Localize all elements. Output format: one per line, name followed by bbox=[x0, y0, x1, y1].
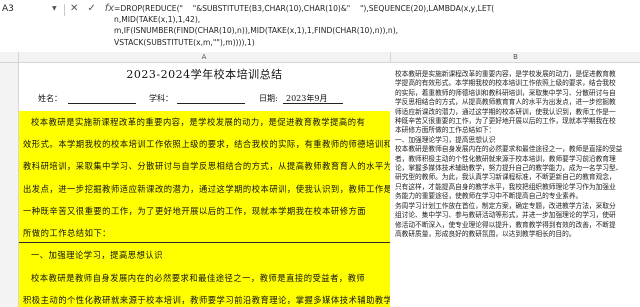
body-line: 积极主动的个性化教研就来源于校本培训，教师要学习前沿教育理论，掌握多媒体技术辅助… bbox=[23, 295, 390, 305]
highlighted-body-text: 校本教研是实施新课程改革的重要内容，是学校发展的动力，是促进教育教学提高的有 效… bbox=[19, 111, 390, 307]
source-line: 务能力的重要途径，使教师在学习中不断提高自己的专业素养。 bbox=[395, 192, 583, 201]
fx-icon[interactable]: fx bbox=[105, 2, 114, 16]
confirm-icon[interactable]: ✓ bbox=[87, 2, 95, 16]
name-label: 姓名： bbox=[38, 94, 62, 103]
body-line: 教科研培训，采取集中学习、分散研讨与自学反思相结合的方式，从提高教师教育育人的水… bbox=[23, 161, 390, 171]
body-line: 出发点，进一步挖掘教师适应新课改的潜力，通过这学期的校本研训，使我认识到，教师工… bbox=[23, 184, 390, 194]
date-label: 日期: bbox=[259, 94, 278, 103]
row-header-strip[interactable] bbox=[0, 63, 19, 307]
formula-line: VSTACK(SUBSTITUTE(x,m,""),m)))),1) bbox=[114, 37, 255, 47]
source-line: 高教研质量，形成良好的教研氛围，以达到教学相长的目的。 bbox=[395, 229, 576, 238]
formula-input[interactable]: =DROP(REDUCE(" "&SUBSTITUTE(B3,CHAR(10),… bbox=[114, 3, 634, 48]
source-line: 修活动不断深入，使专业理论得以提升，教育教学得到有效的改善，不断提 bbox=[395, 220, 616, 229]
cell-a3-document[interactable]: 2023-2024学年校本培训总结 姓名： 学科： 日期: 2023年9月 校本… bbox=[19, 63, 390, 307]
column-header-a[interactable]: A bbox=[18, 52, 391, 62]
name-underline bbox=[68, 103, 136, 104]
document-meta-row: 姓名： 学科： 日期: 2023年9月 bbox=[19, 93, 390, 107]
source-line: 校本教研是教师自身发展内在的必然要求和最佳途径之一，教师是直接的受益 bbox=[395, 145, 623, 154]
source-line: 只有这样，才能提高自身的教学水平，我校把组织教师理论学习作为加强业 bbox=[395, 182, 616, 191]
formula-line: n,MID(TAKE(x,1),1,42), bbox=[114, 15, 201, 25]
source-line: 学反思相结合的方式，从提高教师教育育人的水平为出发点，进一步挖掘教 bbox=[395, 98, 616, 107]
formula-line: =DROP(REDUCE(" "&SUBSTITUTE(B3,CHAR(10),… bbox=[114, 4, 495, 13]
source-line: 学提高的有效形式。本学期我校的校本培训工作依照上级的要求，结合我校 bbox=[395, 79, 616, 88]
body-line: 校本教研是教师自身发展内在的必然要求和最佳途径之一，教师是直接的受益者，教师 bbox=[31, 273, 366, 283]
body-line: 校本教研是实施新课程改革的重要内容，是学校发展的动力，是促进教育教学提高的有 bbox=[31, 117, 366, 127]
subject-label: 学科： bbox=[149, 94, 173, 103]
name-box-dropdown-icon[interactable]: ▼ bbox=[52, 5, 57, 12]
body-line: 一种既辛苦又很重要的工作，为了更好地开展以后的工作，现就本学期我在校本研修方面 bbox=[23, 206, 367, 216]
source-line: 师适应新课改的潜力，通过这学期的校本研训，使我认识到，教师工作是一 bbox=[395, 107, 616, 116]
column-header-bar: A B bbox=[0, 52, 640, 63]
source-line: 的实际，着重教师的师德培训和教科研培训，采取集中学习、分散研讨与自 bbox=[395, 88, 616, 97]
date-underline bbox=[283, 103, 343, 104]
source-line: 研究型的教师。为此，我认真学习新课程标准，不断更新自己的教育观念， bbox=[395, 173, 616, 182]
row-divider bbox=[19, 242, 390, 243]
formula-line: m,IF(ISNUMBER(FIND(CHAR(10),n)),MID(TAKE… bbox=[114, 26, 399, 36]
source-line: 务周学习计划工作放在首位，制定方案，确定专题，改进教学方法，采取分 bbox=[395, 201, 616, 210]
section-heading: 一、加强理论学习，提高思想认识 bbox=[31, 250, 163, 260]
formula-bar-divider bbox=[64, 4, 65, 16]
source-line: 一、加强理论学习，提高思想认识 bbox=[395, 135, 496, 144]
body-line: 效形式。本学期我校的校本培训工作依照上级的要求，结合我校的实际，有重教师的师德培… bbox=[23, 139, 390, 149]
document-title: 2023-2024学年校本培训总结 bbox=[126, 68, 283, 81]
source-line: 组讨论、集中学习、参与教研活动等形式，并进一步加强理论的学习，使研 bbox=[395, 211, 616, 220]
formula-bar-icons: ✕ ✓ fx bbox=[70, 2, 114, 16]
source-line: 校本教研是实施新课程改革的重要内容，是学校发展的动力，是促进教育教 bbox=[395, 70, 616, 78]
source-line: 者，教师积极主动的个性化教研就来源于校本培训，教师要学习前沿教育理 bbox=[395, 154, 616, 163]
source-line: 本研修方面所做的工作总结如下： bbox=[395, 126, 496, 135]
column-header-b[interactable]: B bbox=[391, 52, 640, 62]
select-all-corner[interactable] bbox=[0, 52, 19, 62]
source-text-block: 校本教研是实施新课程改革的重要内容，是学校发展的动力，是促进教育教 学提高的有效… bbox=[395, 70, 637, 239]
subject-underline bbox=[177, 103, 245, 104]
cancel-icon[interactable]: ✕ bbox=[70, 2, 78, 16]
body-line: 所做的工作总结如下： bbox=[23, 228, 111, 238]
formula-bar: A3 ▼ ✕ ✓ fx =DROP(REDUCE(" "&SUBSTITUTE(… bbox=[0, 0, 640, 53]
cell-b3-source-text[interactable]: 校本教研是实施新课程改革的重要内容，是学校发展的动力，是促进教育教 学提高的有效… bbox=[391, 63, 640, 307]
